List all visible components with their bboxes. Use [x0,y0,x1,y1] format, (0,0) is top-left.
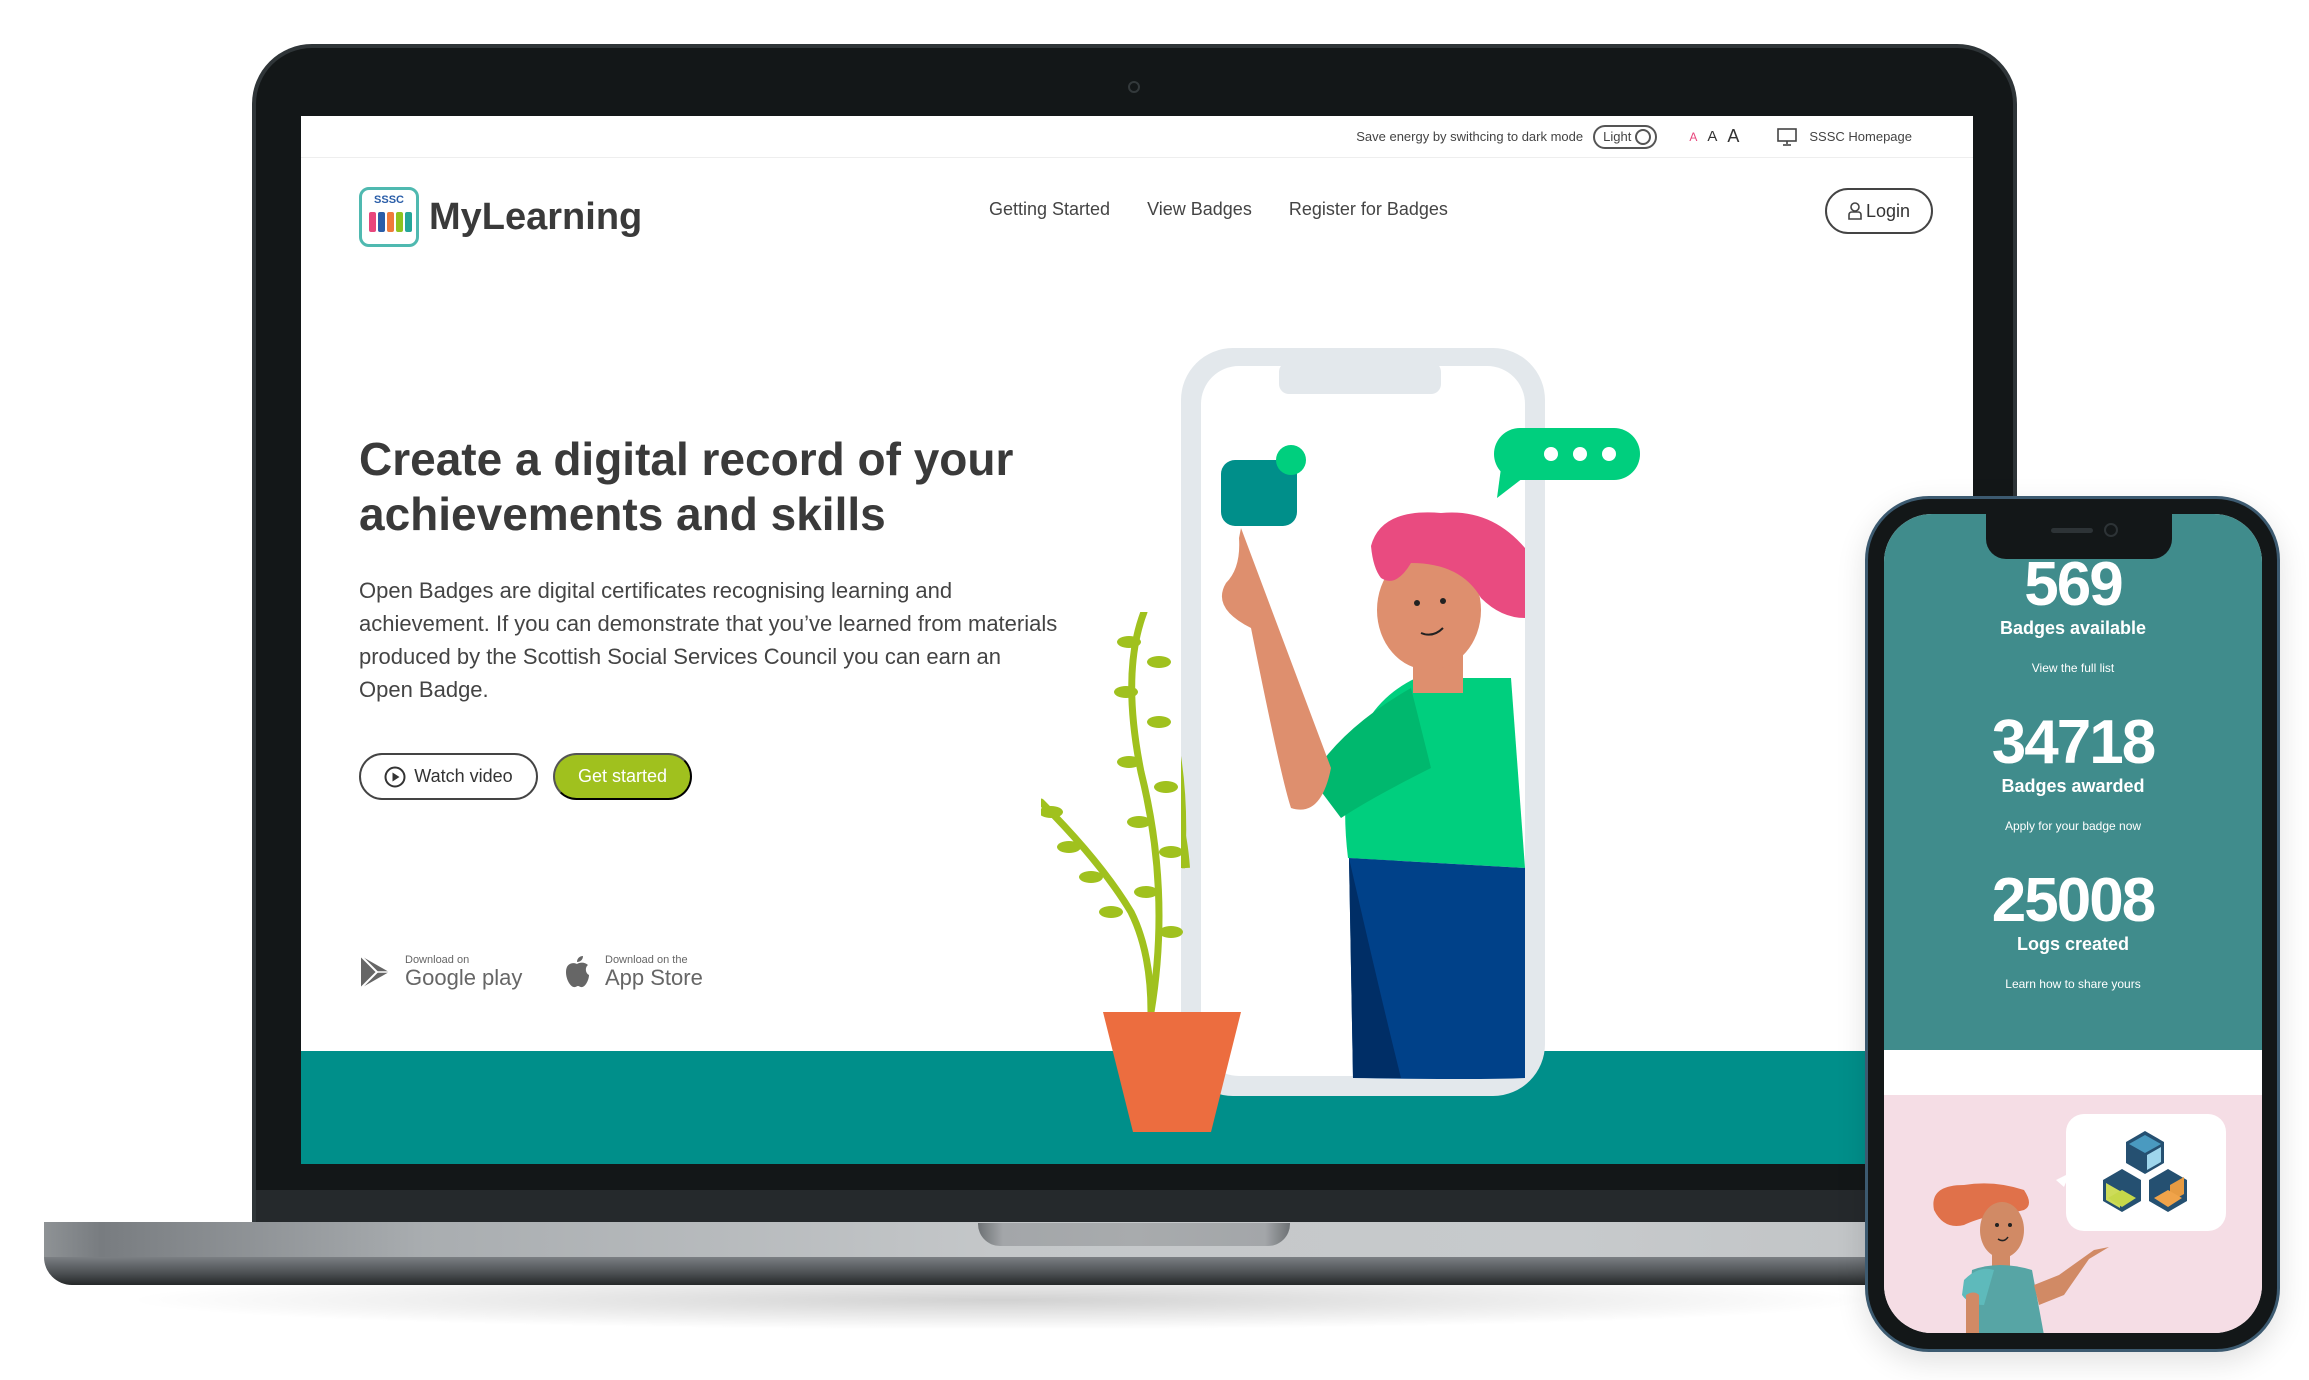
mylearning-logo[interactable]: SSSC MyLearning [359,187,642,247]
laptop-trackpad-notch [978,1223,1290,1246]
sssc-homepage-label: SSSC Homepage [1809,129,1912,144]
brand-name: MyLearning [429,195,643,238]
nav-getting-started[interactable]: Getting Started [989,199,1110,220]
app-store-badge[interactable]: Download on the App Store [563,954,703,990]
illustration-phone-notch [1279,362,1441,394]
google-play-badge[interactable]: Download on Google play [359,954,522,990]
hero-title: Create a digital record of your achievem… [359,433,1014,540]
dark-mode-prompt: Save energy by swithcing to dark mode [1356,129,1584,144]
stat-value: 34718 [1991,708,2156,777]
stat-badges-available: 569 Badges available View the full list [1884,550,2262,676]
stat-value: 569 [2024,550,2123,619]
laptop-chin [256,1190,2013,1222]
theme-toggle[interactable]: Light [1593,124,1658,149]
sssc-homepage-link[interactable]: SSSC Homepage [1777,127,1912,146]
stat-label: Logs created [2016,934,2130,954]
utility-bar: Save energy by swithcing to dark mode Li… [301,116,1973,158]
phone-speaker-icon [2051,528,2093,533]
logo-bars [369,212,412,232]
stats-panel: 569 Badges available View the full list … [1884,514,2262,1050]
login-button[interactable]: Login [1825,188,1933,234]
woman-illustration [1933,1183,2109,1333]
plant-pot [1103,1012,1241,1132]
nav-register-for-badges[interactable]: Register for Badges [1289,199,1448,220]
watch-video-button[interactable]: Watch video [359,753,538,800]
stat-label: Badges awarded [2001,776,2145,796]
theme-toggle-label: Light [1603,129,1632,144]
toggle-knob-icon [1635,128,1652,145]
logo-badge-text: SSSC [374,194,404,206]
laptop-camera-icon [1128,81,1140,93]
plant-illustration [1041,612,1241,1132]
user-icon [1848,202,1862,220]
stat-label: Badges available [1999,618,2147,638]
google-play-icon [360,955,389,989]
stat-link[interactable]: Apply for your badge now [1884,819,2262,833]
main-navbar: SSSC MyLearning Getting Started View Bad… [301,159,1973,279]
phone-screen: 569 Badges available View the full list … [1884,514,2262,1333]
monitor-icon [1777,127,1798,146]
stat-link[interactable]: View the full list [1884,661,2262,675]
primary-nav: Getting Started View Badges Register for… [989,199,1448,220]
laptop-screen: Save energy by swithcing to dark mode Li… [301,116,1973,1164]
stat-badges-awarded: 34718 Badges awarded Apply for your badg… [1884,708,2262,834]
font-size-small-button[interactable]: A [1689,130,1697,144]
font-size-medium-button[interactable]: A [1707,128,1717,145]
stat-value: 25008 [1991,866,2156,935]
nav-view-badges[interactable]: View Badges [1147,199,1252,220]
google-play-big-text: Google play [405,965,523,990]
hero-description: Open Badges are digital certificates rec… [359,578,1058,702]
phone-spacer [1884,1050,2262,1095]
illustration-notification-dot [1276,445,1306,475]
phone-camera-icon [2104,523,2118,537]
apple-icon [566,956,589,988]
sssc-logo-icon: SSSC [359,187,419,247]
stat-link[interactable]: Learn how to share yours [1884,977,2262,991]
get-started-button[interactable]: Get started [553,753,692,800]
phone-notch [1986,511,2172,559]
watch-video-label: Watch video [414,766,513,786]
play-circle-icon [384,766,406,787]
font-size-large-button[interactable]: A [1727,126,1739,147]
app-store-big-text: App Store [605,965,703,990]
laptop-base-lower [44,1257,1944,1285]
phone-illustration-section [1884,1095,2262,1333]
stat-logs-created: 25008 Logs created Learn how to share yo… [1884,866,2262,992]
login-label: Login [1865,200,1911,221]
